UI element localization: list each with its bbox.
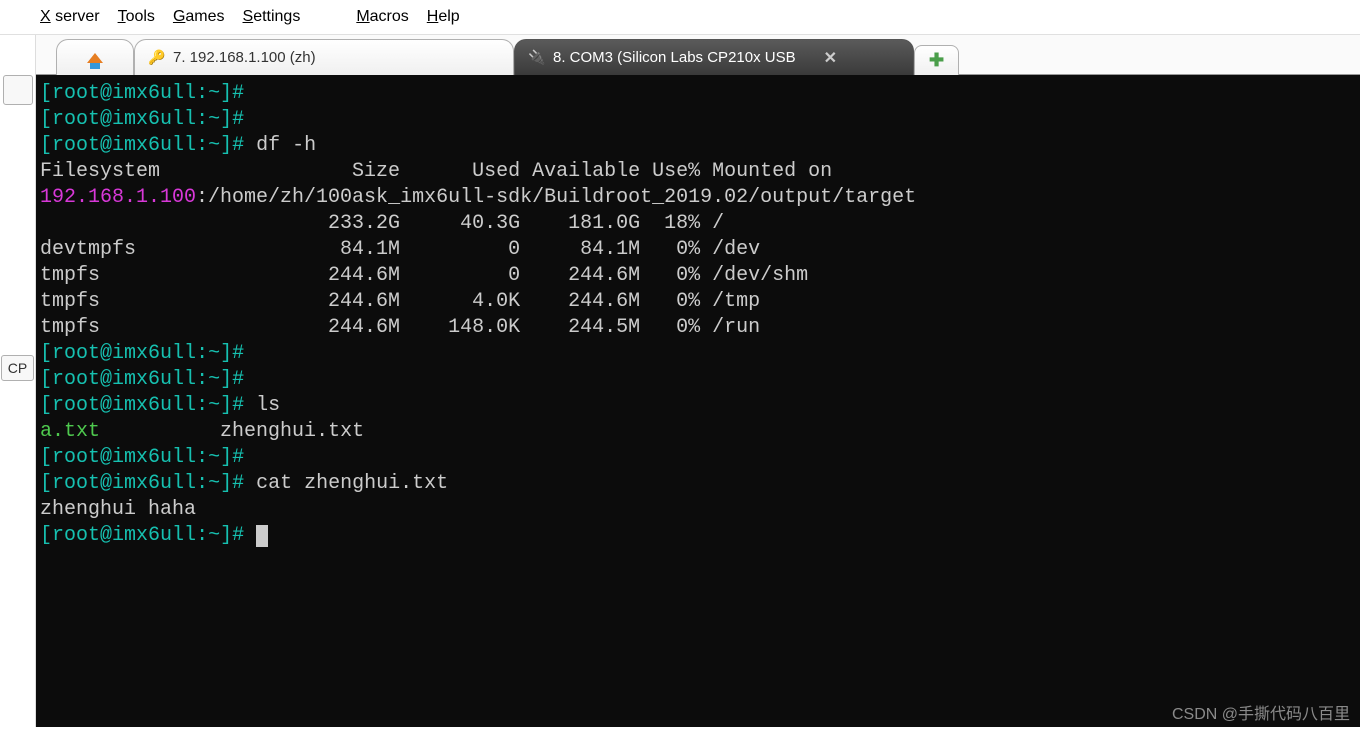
tab-serial-label: 8. COM3 (Silicon Labs CP210x USB bbox=[553, 49, 796, 66]
df-row: 233.2G 40.3G 181.0G 18% / bbox=[40, 212, 724, 235]
df-row: devtmpfs 84.1M 0 84.1M 0% /dev bbox=[40, 238, 760, 261]
cat-output: zhenghui haha bbox=[40, 498, 196, 521]
ls-file: a.txt bbox=[40, 420, 100, 443]
tab-home[interactable] bbox=[56, 39, 134, 75]
df-row: tmpfs 244.6M 0 244.6M 0% /dev/shm bbox=[40, 264, 808, 287]
tab-new[interactable]: ✚ bbox=[914, 45, 959, 75]
command-cat: cat zhenghui.txt bbox=[256, 472, 448, 495]
plug-icon: 🔌 bbox=[529, 50, 545, 66]
tab-ssh-session[interactable]: 🔑 7. 192.168.1.100 (zh) bbox=[134, 39, 514, 75]
menu-macros[interactable]: Macros bbox=[356, 8, 408, 26]
tab-ssh-label: 7. 192.168.1.100 (zh) bbox=[173, 49, 316, 66]
ls-file: zhenghui.txt bbox=[220, 420, 364, 443]
tabstrip: 🔑 7. 192.168.1.100 (zh) 🔌 8. COM3 (Silic… bbox=[36, 35, 1360, 75]
df-row: tmpfs 244.6M 4.0K 244.6M 0% /tmp bbox=[40, 290, 760, 313]
left-tab-cp[interactable]: CP bbox=[1, 355, 34, 381]
left-rail: CP bbox=[0, 35, 36, 727]
command-df: df -h bbox=[256, 134, 316, 157]
command-ls: ls bbox=[256, 394, 280, 417]
home-icon bbox=[87, 50, 103, 66]
menubar: X server Tools Games Settings Macros Hel… bbox=[0, 0, 1360, 35]
menu-help[interactable]: Help bbox=[427, 8, 460, 26]
nfs-host: 192.168.1.100 bbox=[40, 186, 196, 209]
nfs-path: :/home/zh/100ask_imx6ull-sdk/Buildroot_2… bbox=[196, 186, 916, 209]
cursor bbox=[256, 525, 268, 547]
df-header: Filesystem Size Used Available Use% Moun… bbox=[40, 160, 832, 183]
key-icon: 🔑 bbox=[149, 50, 165, 66]
terminal[interactable]: [root@imx6ull:~]# [root@imx6ull:~]# [roo… bbox=[36, 75, 1360, 727]
menu-tools[interactable]: Tools bbox=[118, 8, 155, 26]
prompt-host: imx6ull bbox=[112, 82, 196, 105]
tab-serial-session[interactable]: 🔌 8. COM3 (Silicon Labs CP210x USB ✕ bbox=[514, 39, 914, 75]
menu-xserver[interactable]: X server bbox=[40, 8, 100, 26]
left-rail-toggle[interactable] bbox=[3, 75, 33, 105]
prompt-user: root bbox=[52, 82, 100, 105]
prompt-bracket: [ bbox=[40, 82, 52, 105]
menu-settings[interactable]: Settings bbox=[243, 8, 301, 26]
df-row: tmpfs 244.6M 148.0K 244.5M 0% /run bbox=[40, 316, 760, 339]
close-icon[interactable]: ✕ bbox=[824, 48, 837, 68]
menu-games[interactable]: Games bbox=[173, 8, 225, 26]
plus-icon: ✚ bbox=[929, 50, 944, 71]
prompt-path: ~ bbox=[208, 82, 220, 105]
